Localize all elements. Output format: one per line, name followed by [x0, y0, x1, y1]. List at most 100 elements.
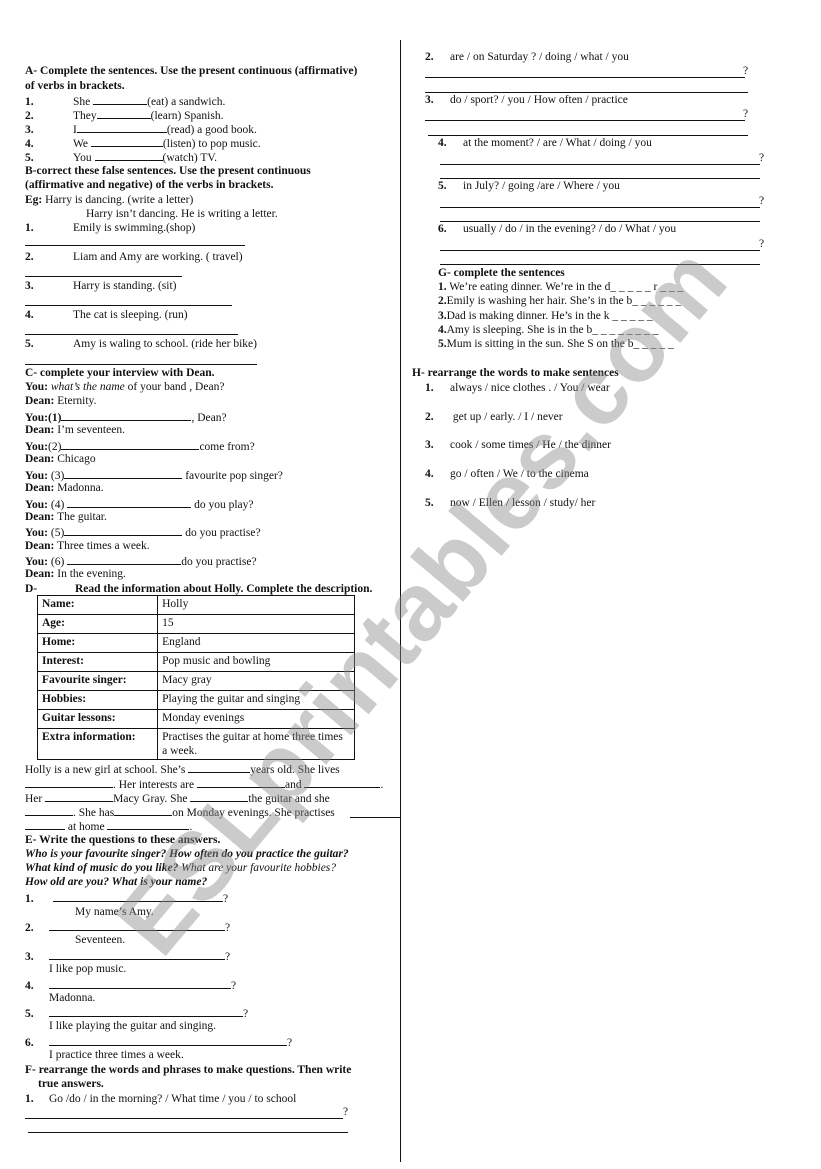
item-number: 2. [25, 251, 34, 263]
item-text: Amy is sleeping. She is in the b_ _ _ _ … [446, 324, 659, 336]
section-h-item: 4. go / often / We / to the cinema [425, 467, 589, 481]
example-answer: Harry isn’t dancing. He is writing a let… [86, 208, 278, 220]
answer-blank[interactable] [114, 804, 173, 816]
answer-blank[interactable] [107, 818, 190, 830]
dean-answer: Eternity. [57, 395, 97, 407]
answer-blank[interactable] [25, 818, 65, 830]
answer-line[interactable] [25, 245, 245, 246]
section-b-title-cont: (affirmative and negative) of the verbs … [25, 179, 274, 191]
item-words: usually / do / in the evening? / do / Wh… [463, 223, 677, 235]
answer-blank[interactable] [49, 1005, 243, 1017]
answer-line[interactable] [440, 250, 760, 251]
answer-blank[interactable] [64, 524, 183, 536]
answer-blank[interactable] [96, 107, 151, 119]
dean-answer: Madonna. [57, 482, 104, 494]
section-b-item: 5. Amy is waling to school. (ride her bik… [25, 337, 257, 351]
answer-line[interactable] [25, 276, 182, 277]
answer-blank[interactable] [49, 948, 225, 960]
section-g-item: 2.Emily is washing her hair. She’s in th… [438, 294, 681, 308]
answer-line[interactable] [25, 364, 257, 365]
row-label: Interest: [36, 652, 159, 672]
answer-blank[interactable] [25, 804, 73, 816]
answer-blank[interactable] [190, 790, 249, 802]
answer-line[interactable] [440, 164, 760, 165]
section-a-title: A- Complete the sentences. Use the prese… [25, 65, 358, 77]
answer-blank[interactable] [45, 790, 114, 802]
answer-line[interactable] [440, 207, 760, 208]
row-label: Home: [36, 633, 159, 653]
answer-blank[interactable] [90, 135, 163, 147]
section-f-item: 2. are / on Saturday ? / doing / what / y… [425, 50, 629, 64]
given-answer: My name’s Amy. [75, 906, 154, 918]
section-c-title: C- complete your interview with Dean. [25, 367, 215, 379]
dean-answer: The guitar. [57, 511, 107, 523]
item-number: 3. [25, 951, 34, 963]
table-row: Favourite singer: Macy gray [36, 671, 355, 691]
item-number: 5. [25, 152, 34, 164]
question-tail: , Dean? [191, 412, 227, 424]
answer-blank[interactable] [67, 553, 182, 565]
answer-blank[interactable] [196, 776, 285, 788]
hint-italic: What are your favourite hobbies? [178, 862, 337, 874]
given-answer: I like playing the guitar and singing. [49, 1020, 217, 1032]
interview-line: Dean: Chicago [25, 452, 96, 466]
answer-line[interactable] [350, 817, 400, 818]
section-g-item: 1. We’re eating dinner. We’re in the d_ … [438, 280, 683, 294]
table-row: Age: 15 [36, 614, 355, 634]
section-e-title: E- Write the questions to these answers. [25, 834, 221, 846]
given-answer: I like pop music. [49, 963, 127, 975]
answer-blank[interactable] [49, 977, 231, 989]
answer-blank[interactable] [64, 467, 183, 479]
answer-blank[interactable] [53, 890, 223, 902]
question-tail: come from? [199, 441, 255, 453]
answer-blank[interactable] [94, 149, 163, 161]
answer-blank[interactable] [61, 438, 200, 450]
item-number: 5. [438, 180, 447, 192]
interview-line: Dean: The guitar. [25, 510, 107, 524]
interview-line: You: (5) do you practise? [25, 524, 261, 540]
table-row: Name: Holly [36, 595, 355, 615]
speaker-dean: Dean: [25, 453, 55, 465]
question-mark: ? [343, 1106, 349, 1118]
item-words: now / Ellen / lesson / study/ her [450, 497, 596, 509]
interview-line: Dean: Three times a week. [25, 539, 150, 553]
item-words: are / on Saturday ? / doing / what / you [450, 51, 629, 63]
answer-line[interactable] [25, 334, 238, 335]
interview-line: You: what’s the name of your band , Dean… [25, 380, 224, 394]
answer-line[interactable] [425, 120, 745, 121]
row-value: Practises the guitar at home three times… [157, 728, 355, 760]
hint-bold: What kind of music do you like? [25, 862, 179, 874]
answer-blank[interactable] [93, 93, 148, 105]
answer-line[interactable] [25, 1118, 343, 1119]
answer-line[interactable] [425, 77, 745, 78]
item-number: 2. [425, 51, 434, 63]
item-words: go / often / We / to the cinema [450, 468, 589, 480]
section-h-item: 5. now / Ellen / lesson / study/ her [425, 496, 595, 510]
question-mark: ? [759, 152, 765, 164]
row-value: England [157, 633, 355, 653]
section-e-item: 1.? [25, 890, 228, 906]
item-number: 1. [25, 222, 34, 234]
question-number: (5) [50, 527, 65, 539]
dean-answer: Three times a week. [57, 540, 150, 552]
row-label: Name: [36, 595, 159, 615]
section-d-prefix: D- [25, 583, 38, 595]
answer-line[interactable] [25, 305, 232, 306]
answer-blank[interactable] [67, 496, 192, 508]
answer-blank[interactable] [76, 121, 167, 133]
row-label: Guitar lessons: [36, 709, 159, 729]
answer-blank[interactable] [49, 919, 225, 931]
question-hints: Who is your favourite singer? How often … [25, 848, 349, 860]
answer-line[interactable] [440, 264, 760, 265]
item-words: at the moment? / are / What / doing / yo… [463, 137, 652, 149]
answer-blank[interactable] [25, 776, 113, 788]
table-row: Guitar lessons: Monday evenings [36, 709, 355, 729]
answer-line[interactable] [28, 1132, 348, 1133]
answer-blank[interactable] [188, 761, 251, 773]
answer-blank[interactable] [61, 409, 192, 421]
answer-blank[interactable] [304, 776, 381, 788]
answer-blank[interactable] [49, 1034, 287, 1046]
row-label: Favourite singer: [36, 671, 159, 691]
item-text: Liam and Amy are working. ( travel) [73, 251, 243, 263]
description-text: at home [67, 821, 105, 833]
